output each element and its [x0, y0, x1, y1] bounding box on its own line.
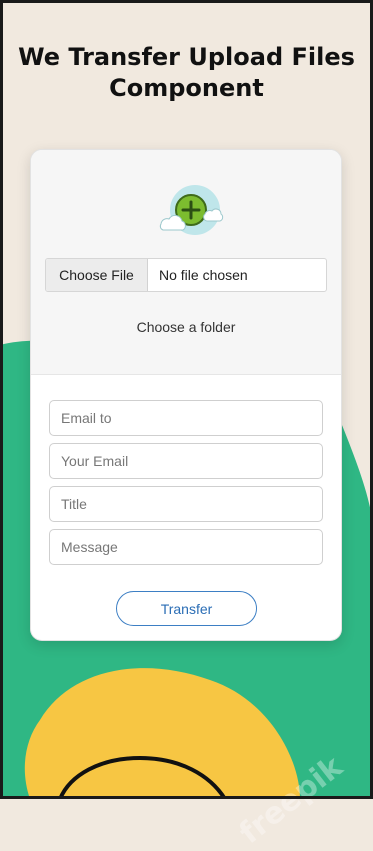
upload-area[interactable]: Choose File No file chosen Choose a fold…: [31, 150, 341, 375]
page-title: We Transfer Upload Files Component: [0, 42, 373, 104]
message-input[interactable]: [49, 529, 323, 565]
upload-card: Choose File No file chosen Choose a fold…: [30, 149, 342, 641]
cloud-plus-icon[interactable]: [157, 174, 227, 244]
file-picker[interactable]: Choose File No file chosen: [45, 258, 327, 292]
your-email-input[interactable]: [49, 443, 323, 479]
page-title-line2: Component: [109, 74, 264, 102]
email-to-input[interactable]: [49, 400, 323, 436]
choose-folder-link[interactable]: Choose a folder: [31, 319, 341, 335]
transfer-button[interactable]: Transfer: [116, 591, 257, 626]
title-input[interactable]: [49, 486, 323, 522]
page-title-line1: We Transfer Upload Files: [18, 43, 355, 71]
choose-file-button[interactable]: Choose File: [46, 259, 148, 291]
file-status-text: No file chosen: [159, 267, 248, 283]
